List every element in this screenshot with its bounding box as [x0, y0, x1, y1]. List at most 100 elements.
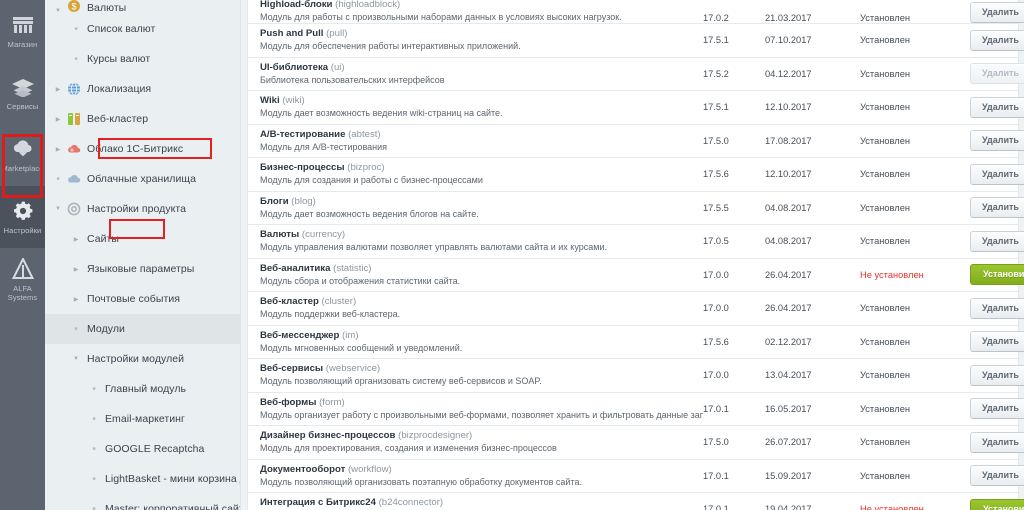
module-description: Модуль дает возможность ведения wiki-стр…	[260, 108, 503, 119]
table-row[interactable]: Веб-кластер (cluster) Модуль поддержки ве…	[248, 292, 1024, 326]
table-row[interactable]: Веб-мессенджер (im) Модуль мгновенных соо…	[248, 325, 1024, 359]
delete-button[interactable]: Удалить	[970, 197, 1024, 219]
bullet-icon[interactable]	[51, 176, 65, 182]
module-date: 12.10.2017	[765, 102, 812, 113]
delete-button[interactable]: Удалить	[970, 2, 1024, 23]
module-version: 17.0.0	[703, 370, 729, 381]
table-row[interactable]: Веб-аналитика (statistic) Модуль сбора и …	[248, 258, 1024, 292]
module-action-cell: Удалить	[970, 130, 1024, 152]
rail-item-2[interactable]: Marketplace	[0, 124, 45, 186]
bullet-icon[interactable]	[69, 326, 83, 332]
table-row[interactable]: Бизнес-процессы (bizproc) Модуль для созд…	[248, 158, 1024, 192]
tree-node-2[interactable]: Курсы валют	[45, 44, 240, 74]
module-name-cell: UI-библиотека (ui) Библиотека пользовател…	[248, 62, 703, 86]
table-row[interactable]: Документооборот (workflow) Модуль позволя…	[248, 459, 1024, 493]
install-button[interactable]: Установить	[970, 498, 1024, 510]
settings-tree-sidebar[interactable]: $ Валюты Список валют Курсы валют Локализаци…	[45, 0, 241, 510]
bullet-icon[interactable]	[87, 446, 101, 452]
module-version: 17.0.1	[703, 504, 729, 510]
table-row[interactable]: Веб-сервисы (webservice) Модуль позволяющ…	[248, 359, 1024, 393]
table-row[interactable]: Push and Pull (pull) Модуль для обеспечен…	[248, 24, 1024, 58]
tree-node-6[interactable]: Облачные хранилища	[45, 164, 240, 194]
tree-node-10[interactable]: Почтовые события	[45, 284, 240, 314]
delete-button[interactable]: Удалить	[970, 398, 1024, 420]
tree-node-8[interactable]: Сайты	[45, 224, 240, 254]
bullet-icon[interactable]	[87, 386, 101, 392]
module-description: Модуль дает возможность ведения блогов н…	[260, 208, 479, 219]
module-code: (blog)	[291, 195, 316, 207]
rail-item-1[interactable]: Сервисы	[0, 62, 45, 124]
tree-node-1[interactable]: Список валют	[45, 14, 240, 44]
tree-node-0[interactable]: $ Валюты	[45, 0, 240, 14]
bullet-icon[interactable]	[87, 416, 101, 422]
tree-node-13[interactable]: Главный модуль	[45, 374, 240, 404]
module-title: Веб-аналитика (statistic)	[260, 263, 703, 275]
delete-button[interactable]: Удалить	[970, 465, 1024, 487]
tree-node-16[interactable]: LightBasket - мини корзина для корпороти	[45, 464, 240, 494]
delete-button[interactable]: Удалить	[970, 29, 1024, 51]
install-button[interactable]: Установить	[970, 264, 1024, 286]
table-row[interactable]: Интеграция с Битрикс24 (b24connector)Мод…	[248, 493, 1024, 510]
table-row[interactable]: Дизайнер бизнес-процессов (bizprocdesign…	[248, 426, 1024, 460]
module-code: (statistic)	[333, 262, 372, 274]
chevron-right-icon[interactable]	[69, 296, 83, 303]
rail-item-0[interactable]: Магазин	[0, 0, 45, 62]
tree-node-7[interactable]: Настройки продукта	[45, 194, 240, 224]
module-title: Документооборот (workflow)	[260, 464, 703, 476]
tree-node-label: Курсы валют	[87, 53, 151, 65]
module-code: (highloadblock)	[335, 0, 401, 10]
tree-node-17[interactable]: Master: корпоративный сайт	[45, 494, 240, 510]
delete-button[interactable]: Удалить	[970, 364, 1024, 386]
delete-button: Удалить	[970, 63, 1024, 85]
tree-node-12[interactable]: Настройки модулей	[45, 344, 240, 374]
bullet-icon[interactable]	[69, 26, 83, 32]
tree-node-15[interactable]: GOOGLE Recaptcha	[45, 434, 240, 464]
module-action-cell: Удалить	[970, 431, 1024, 453]
tree-node-4[interactable]: Веб-кластер	[45, 104, 240, 134]
rail-item-3[interactable]: Настройки	[0, 186, 45, 248]
module-action-cell: Удалить	[970, 2, 1024, 23]
delete-button[interactable]: Удалить	[970, 331, 1024, 353]
table-row[interactable]: A/B-тестирование (abtest) Модуль для A/B-…	[248, 124, 1024, 158]
delete-button[interactable]: Удалить	[970, 163, 1024, 185]
chevron-right-icon[interactable]	[51, 86, 65, 93]
table-row[interactable]: Блоги (blog) Модуль дает возможность веде…	[248, 191, 1024, 225]
table-row[interactable]: UI-библиотека (ui) Библиотека пользовател…	[248, 57, 1024, 91]
table-row[interactable]: Highload-блоки (highloadblock) Модуль для…	[248, 0, 1024, 24]
table-row[interactable]: Wiki (wiki) Модуль дает возможность веден…	[248, 91, 1024, 125]
module-code: (currency)	[301, 229, 346, 241]
delete-button[interactable]: Удалить	[970, 230, 1024, 252]
bullet-icon[interactable]	[69, 56, 83, 62]
chevron-right-icon[interactable]	[69, 266, 83, 273]
delete-button[interactable]: Удалить	[970, 96, 1024, 118]
chevron-down-icon[interactable]	[51, 206, 65, 212]
chevron-right-icon[interactable]	[51, 146, 65, 153]
module-title: Блоги (blog)	[260, 196, 703, 208]
chevron-down-icon[interactable]	[69, 356, 83, 362]
delete-button[interactable]: Удалить	[970, 297, 1024, 319]
tree-node-11[interactable]: Модули	[45, 314, 240, 344]
tree-node-3[interactable]: Локализация	[45, 74, 240, 104]
bullet-icon[interactable]	[87, 506, 101, 510]
module-action-cell: Установить	[970, 498, 1024, 510]
tree-node-14[interactable]: Email-маркетинг	[45, 404, 240, 434]
delete-button[interactable]: Удалить	[970, 431, 1024, 453]
module-action-cell: Удалить	[970, 63, 1024, 85]
tree-node-label: GOOGLE Recaptcha	[105, 443, 205, 455]
table-row[interactable]: Валюты (currency) Модуль управления валют…	[248, 225, 1024, 259]
module-version: 17.5.1	[703, 35, 729, 46]
tree-node-label: LightBasket - мини корзина для корпороти	[105, 473, 240, 485]
rail-item-4[interactable]: ALFA Systems	[0, 248, 45, 310]
cloud-storage-icon	[65, 171, 83, 187]
module-status-badge: Установлен	[860, 68, 911, 79]
tree-node-5[interactable]: Облако 1С-Битрикс	[45, 134, 240, 164]
delete-button[interactable]: Удалить	[970, 130, 1024, 152]
left-icon-rail: Магазин Сервисы Marketplace Настройки ALFA S…	[0, 0, 45, 510]
tree-node-9[interactable]: Языковые параметры	[45, 254, 240, 284]
module-status-badge: Установлен	[860, 13, 911, 23]
chevron-right-icon[interactable]	[69, 236, 83, 243]
chevron-right-icon[interactable]	[51, 116, 65, 123]
table-row[interactable]: Веб-формы (form) Модуль организует работу…	[248, 392, 1024, 426]
module-action-cell: Удалить	[970, 29, 1024, 51]
bullet-icon[interactable]	[87, 476, 101, 482]
